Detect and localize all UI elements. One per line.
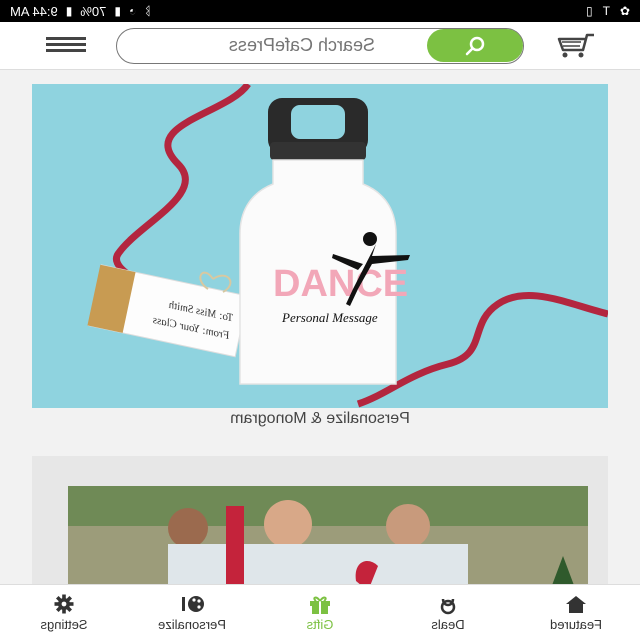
bottle-dance-text: DANCE: [273, 263, 408, 305]
search-bar[interactable]: [116, 28, 524, 64]
wifi-icon: ◔: [128, 4, 137, 18]
search-input[interactable]: [125, 29, 415, 62]
nav-gifts-label: Gifts: [306, 617, 334, 632]
nav-personalize[interactable]: Personalize: [128, 585, 256, 640]
nav-featured-label: Featured: [549, 617, 603, 632]
nav-featured[interactable]: Featured: [512, 585, 640, 640]
search-icon: [465, 36, 485, 55]
family-canvas-photo: [32, 456, 608, 584]
featured-caption[interactable]: Personalize & Monogram: [0, 410, 640, 428]
app-bar: [0, 22, 640, 70]
bottom-nav: Featured Deals Gifts Personalize Setting…: [0, 584, 640, 640]
app-screen: ✿ T ▯ ᛒ ◔ ▮ 70% ▮ 9:44 AM Search CafePre…: [0, 0, 640, 640]
water-bottle-photo: To: Miss Smith From: Your Class DANCE Pe…: [32, 84, 608, 408]
signal-icon: ▮: [114, 4, 121, 18]
battery-percent: 70%: [80, 3, 107, 19]
nav-deals-label: Deals: [431, 617, 465, 632]
nav-settings-label: Settings: [40, 617, 88, 632]
search-button[interactable]: [427, 29, 523, 62]
status-time: 9:44 AM: [10, 3, 58, 19]
home-icon: [566, 596, 586, 613]
status-left-icons: ✿ T ▯: [585, 4, 630, 18]
nav-settings[interactable]: Settings: [0, 585, 128, 640]
status-right-info: ᛒ ◔ ▮ 70% ▮ 9:44 AM: [10, 4, 151, 19]
deals-icon: [440, 598, 456, 615]
gear-icon: [54, 594, 74, 614]
hamburger-menu-icon[interactable]: [46, 34, 86, 58]
bottle-message-text: Personal Message: [281, 310, 378, 325]
settings-icon: ✿: [619, 4, 630, 18]
t-icon: T: [602, 4, 610, 18]
nav-personalize-label: Personalize: [158, 617, 226, 632]
secondary-product-card[interactable]: [32, 456, 608, 584]
cart-icon[interactable]: [556, 32, 596, 60]
battery-icon: ▮: [65, 4, 73, 18]
content-scroll-area[interactable]: To: Miss Smith From: Your Class DANCE Pe…: [0, 70, 640, 584]
status-bar: ✿ T ▯ ᛒ ◔ ▮ 70% ▮ 9:44 AM: [0, 0, 640, 22]
bluetooth-icon: ᛒ: [144, 4, 152, 18]
gift-icon: [310, 596, 330, 614]
featured-product-card[interactable]: To: Miss Smith From: Your Class DANCE Pe…: [32, 84, 608, 408]
nav-deals[interactable]: Deals: [384, 585, 512, 640]
nav-gifts[interactable]: Gifts: [256, 585, 384, 640]
palette-icon: [182, 596, 204, 612]
vibrate-icon: ▯: [585, 4, 593, 18]
